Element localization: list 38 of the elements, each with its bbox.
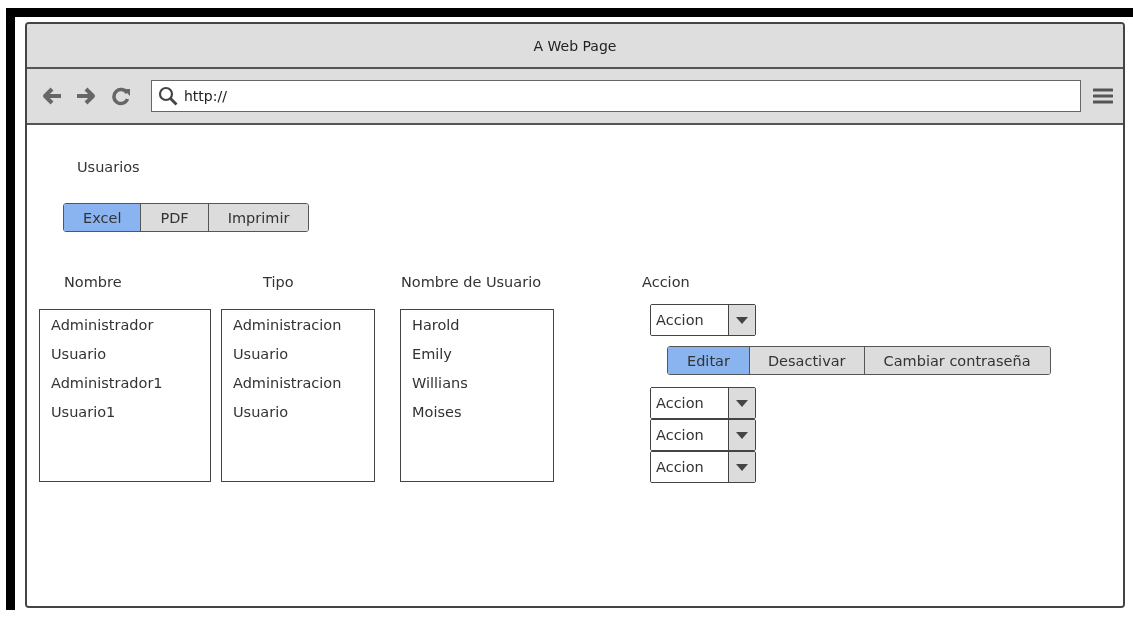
caret-icon <box>736 399 748 407</box>
list-item[interactable]: Administracion <box>233 313 342 342</box>
action-dropdown[interactable]: Accion <box>650 451 756 483</box>
export-button[interactable]: Imprimir <box>207 204 309 231</box>
export-button[interactable]: Excel <box>64 204 141 231</box>
back-icon[interactable] <box>41 86 63 106</box>
list-item[interactable]: Harold <box>412 313 460 342</box>
action-button[interactable]: Cambiar contraseña <box>863 347 1050 374</box>
action-dropdown[interactable]: Accion <box>650 419 756 451</box>
list-item[interactable]: Usuario <box>51 342 107 371</box>
column-header: Accion <box>642 274 690 292</box>
list-item[interactable]: Administracion <box>233 371 342 400</box>
column-header: Nombre <box>64 274 122 292</box>
export-button[interactable]: PDF <box>140 204 208 231</box>
list-item[interactable]: Administrador <box>51 313 154 342</box>
list-item[interactable]: Administrador1 <box>51 371 163 400</box>
column-header: Tipo <box>263 274 294 292</box>
action-button[interactable]: Editar <box>668 347 749 374</box>
menu-icon[interactable] <box>1093 87 1113 105</box>
search-icon <box>158 86 178 106</box>
caret-icon <box>736 431 748 439</box>
window-title: A Web Page <box>533 37 617 54</box>
list-item[interactable]: Moises <box>412 400 462 429</box>
list-item[interactable]: Usuario <box>233 342 289 371</box>
list-item[interactable]: Usuario1 <box>51 400 116 429</box>
list-item[interactable]: Usuario <box>233 400 289 429</box>
action-button[interactable]: Desactivar <box>748 347 864 374</box>
page-title: Usuarios <box>77 159 140 175</box>
forward-icon[interactable] <box>75 86 97 106</box>
column-header: Nombre de Usuario <box>401 274 542 292</box>
list-item[interactable]: Emily <box>412 342 452 371</box>
list-item[interactable]: Willians <box>412 371 468 400</box>
action-dropdown[interactable]: Accion <box>650 387 756 419</box>
caret-icon <box>736 463 748 471</box>
address-field[interactable]: http:// <box>151 80 1081 112</box>
action-dropdown[interactable]: Accion <box>650 304 756 336</box>
reload-icon[interactable] <box>111 86 131 106</box>
caret-icon <box>736 316 748 324</box>
